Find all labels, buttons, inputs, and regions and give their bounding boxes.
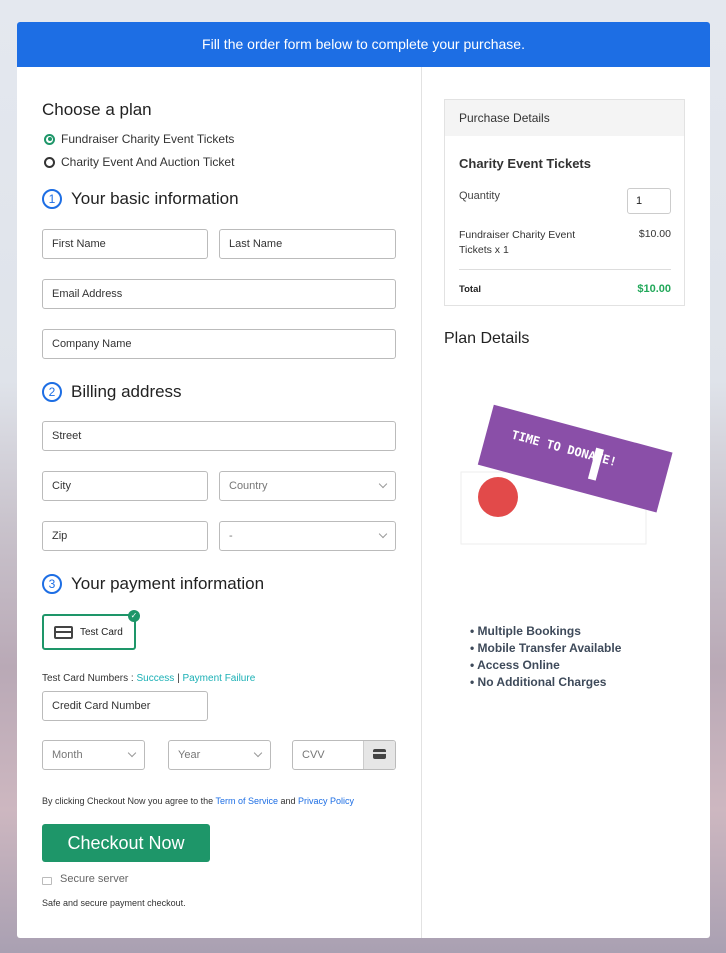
- and-text: and: [280, 796, 296, 806]
- state-value: -: [229, 530, 233, 542]
- choose-plan-title: Choose a plan: [42, 100, 152, 119]
- step-number: 3: [42, 574, 62, 594]
- success-link[interactable]: Success: [136, 673, 174, 684]
- cvv-placeholder: CVV: [302, 749, 325, 761]
- divider: [459, 269, 671, 270]
- country-value: Country: [229, 480, 268, 492]
- lock-icon: [42, 876, 52, 885]
- chevron-down-icon: [378, 479, 388, 489]
- checkout-card: Fill the order form below to complete yo…: [17, 22, 710, 938]
- test-card-option[interactable]: Test Card ✓: [42, 610, 140, 650]
- failure-link[interactable]: Payment Failure: [182, 673, 255, 684]
- separator: |: [177, 673, 180, 684]
- check-icon: ✓: [128, 610, 140, 622]
- agreement-text: By clicking Checkout Now you agree to th…: [42, 796, 354, 806]
- purchase-header: Purchase Details: [445, 100, 684, 136]
- section-title: Billing address: [71, 382, 182, 401]
- year-value: Year: [178, 749, 201, 761]
- card-icon: [363, 741, 395, 769]
- agree-prefix: By clicking Checkout Now you agree to th…: [42, 796, 214, 806]
- last-name-input[interactable]: Last Name: [219, 229, 396, 259]
- sidebar: Purchase Details Charity Event Tickets Q…: [423, 67, 710, 938]
- plan-option-auction[interactable]: Charity Event And Auction Ticket: [44, 155, 234, 169]
- first-name-input[interactable]: First Name: [42, 229, 208, 259]
- city-input[interactable]: City: [42, 471, 208, 501]
- section-title: Your basic information: [71, 189, 239, 208]
- country-select[interactable]: Country: [219, 471, 396, 501]
- credit-card-icon: [54, 625, 73, 639]
- month-select[interactable]: Month: [42, 740, 145, 770]
- heart-graphic: [478, 477, 518, 517]
- secure-server: Secure server: [42, 873, 128, 885]
- quantity-label: Quantity: [459, 190, 500, 202]
- chevron-down-icon: [378, 529, 388, 539]
- total-label: Total: [459, 284, 481, 295]
- feature-item: • No Additional Charges: [470, 675, 607, 689]
- privacy-link[interactable]: Privacy Policy: [298, 796, 354, 806]
- month-value: Month: [52, 749, 83, 761]
- credit-card-input[interactable]: Credit Card Number: [42, 691, 208, 721]
- order-form: Choose a plan Fundraiser Charity Event T…: [17, 67, 422, 938]
- test-prefix: Test Card Numbers :: [42, 673, 134, 684]
- section-billing: 2 Billing address: [42, 382, 182, 402]
- email-input[interactable]: Email Address: [42, 279, 396, 309]
- card-label: Test Card: [80, 626, 123, 638]
- feature-item: • Multiple Bookings: [470, 624, 581, 638]
- secure-text: Secure server: [60, 873, 129, 885]
- total-value: $10.00: [637, 283, 671, 295]
- radio-icon: [44, 156, 55, 168]
- plan-label: Charity Event And Auction Ticket: [61, 155, 235, 169]
- feature-list: • Multiple Bookings • Mobile Transfer Av…: [470, 623, 621, 691]
- banner: Fill the order form below to complete yo…: [17, 22, 710, 67]
- chevron-down-icon: [253, 748, 263, 758]
- line-price: $10.00: [638, 228, 671, 240]
- step-number: 2: [42, 382, 62, 402]
- company-input[interactable]: Company Name: [42, 329, 396, 359]
- step-number: 1: [42, 189, 62, 209]
- ticket-image: TIME TO DONATE!: [460, 404, 673, 545]
- product-name: Charity Event Tickets: [459, 156, 591, 171]
- terms-link[interactable]: Term of Service: [215, 796, 278, 806]
- line-item: Fundraiser Charity Event Tickets x 1: [459, 229, 576, 256]
- plan-details-title: Plan Details: [444, 330, 530, 347]
- test-card-numbers: Test Card Numbers : Success | Payment Fa…: [42, 673, 255, 684]
- quantity-input[interactable]: 1: [627, 188, 671, 214]
- feature-item: • Access Online: [470, 658, 560, 672]
- plan-label: Fundraiser Charity Event Tickets: [61, 132, 235, 146]
- section-basic-info: 1 Your basic information: [42, 189, 239, 209]
- state-select[interactable]: -: [219, 521, 396, 551]
- street-input[interactable]: Street: [42, 421, 396, 451]
- radio-selected-icon: [44, 133, 55, 145]
- feature-item: • Mobile Transfer Available: [470, 641, 622, 655]
- plan-option-fundraiser[interactable]: Fundraiser Charity Event Tickets: [44, 132, 234, 146]
- cvv-input[interactable]: CVV: [292, 740, 396, 770]
- chevron-down-icon: [127, 748, 137, 758]
- checkout-button[interactable]: Checkout Now: [42, 824, 210, 862]
- section-payment: 3 Your payment information: [42, 574, 264, 594]
- purchase-details-panel: Purchase Details Charity Event Tickets Q…: [444, 99, 685, 306]
- zip-input[interactable]: Zip: [42, 521, 208, 551]
- year-select[interactable]: Year: [168, 740, 271, 770]
- section-title: Your payment information: [71, 574, 265, 593]
- safe-text: Safe and secure payment checkout.: [42, 898, 186, 908]
